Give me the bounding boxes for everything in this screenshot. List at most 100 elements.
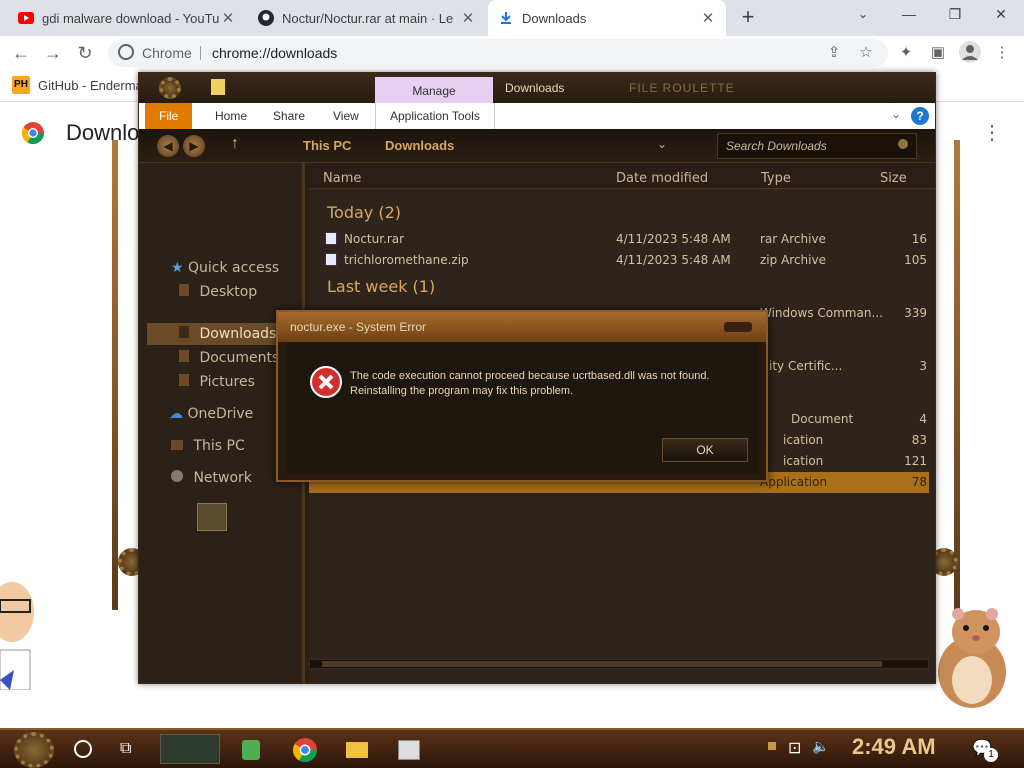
search-circle-icon[interactable]	[74, 740, 92, 758]
chrome-menu-icon[interactable]: ⋮	[990, 41, 1014, 65]
volume-muted-icon[interactable]: 🔈	[812, 738, 829, 755]
file-size: 339	[904, 306, 927, 320]
nav-desktop[interactable]: Desktop	[179, 281, 257, 303]
rar-file-icon	[325, 232, 337, 245]
system-error-dialog[interactable]: noctur.exe - System Error The code execu…	[276, 310, 768, 482]
file-row[interactable]: Noctur.rar 4/11/2023 5:48 AM rar Archive…	[309, 229, 929, 250]
taskbar-search-slot[interactable]	[160, 734, 220, 764]
minimize-button[interactable]: —	[886, 0, 932, 30]
nav-label: Documents	[199, 350, 280, 366]
column-name[interactable]: Name	[323, 171, 361, 186]
bookmark-github-endermax[interactable]: GitHub - Endermax	[38, 78, 149, 93]
tab-title: gdi malware download - YouTube	[42, 10, 220, 26]
file-type: Document	[791, 412, 854, 426]
gear-decoration	[159, 77, 181, 99]
network-tray-icon[interactable]: ⊡	[788, 738, 801, 758]
tab-search-chevron-icon[interactable]: ⌄	[840, 0, 886, 30]
group-last-week[interactable]: Last week (1)	[327, 277, 435, 296]
ok-button[interactable]: OK	[662, 438, 748, 462]
taskbar-app-error-window[interactable]	[392, 734, 426, 766]
address-dropdown-icon[interactable]: ⌄	[657, 137, 667, 151]
nav-quick-access[interactable]: ★ Quick access	[171, 257, 279, 279]
scrollbar-thumb[interactable]	[322, 661, 882, 667]
profile-icon[interactable]	[958, 41, 982, 65]
nav-label: This PC	[193, 438, 245, 454]
chrome-icon	[118, 44, 134, 60]
page-menu-icon[interactable]: ⋮	[982, 120, 1002, 145]
taskbar-clock[interactable]: 2:49 AM	[852, 734, 936, 760]
window-app-icon	[398, 740, 420, 760]
close-tab-icon[interactable]: ✕	[700, 9, 716, 27]
file-size: 83	[911, 433, 927, 447]
ribbon-tab-view[interactable]: View	[319, 103, 373, 129]
search-icon[interactable]	[898, 139, 908, 149]
taskbar-app-explorer[interactable]	[340, 734, 374, 766]
reload-icon[interactable]: ↻	[72, 40, 98, 66]
omnibox[interactable]: Chrome chrome://downloads	[108, 39, 888, 67]
column-size[interactable]: Size	[880, 171, 907, 186]
column-date-modified[interactable]: Date modified	[616, 171, 708, 186]
cloud-icon: ☁	[169, 406, 183, 422]
show-hidden-icons[interactable]	[768, 742, 776, 750]
ribbon-expand-chevron-icon[interactable]: ⌄	[891, 107, 901, 121]
back-icon[interactable]: ←	[8, 40, 34, 66]
horizontal-scrollbar[interactable]	[309, 659, 929, 669]
file-row[interactable]: trichloromethane.zip 4/11/2023 5:48 AM z…	[309, 250, 929, 271]
help-icon[interactable]: ?	[911, 107, 929, 125]
column-type[interactable]: Type	[761, 171, 791, 186]
breadcrumb-this-pc[interactable]: This PC	[303, 138, 351, 153]
manage-context-tab[interactable]: Manage	[375, 77, 493, 105]
network-icon	[171, 470, 183, 482]
taskbar-app-notes[interactable]	[234, 734, 268, 766]
explorer-forward-icon[interactable]: ▶	[183, 135, 205, 157]
close-window-button[interactable]: ✕	[978, 0, 1024, 30]
tab-github[interactable]: Noctur/Noctur.rar at main · Le ✕	[248, 0, 486, 36]
nav-label: Desktop	[199, 284, 258, 300]
taskbar-app-chrome[interactable]	[288, 734, 322, 766]
up-arrow-icon[interactable]: ↑	[231, 135, 239, 153]
tab-downloads[interactable]: Downloads ✕	[488, 0, 726, 36]
taskbar: ⧉ ⊡ 🔈 2:49 AM 💬 1	[0, 728, 1024, 768]
file-type: zip Archive	[760, 253, 826, 267]
frame-pipe-right	[954, 140, 960, 610]
nav-this-pc[interactable]: This PC	[171, 435, 245, 457]
tab-youtube[interactable]: gdi malware download - YouTube ✕	[8, 0, 246, 36]
forward-icon[interactable]: →	[40, 40, 66, 66]
nav-onedrive[interactable]: ☁ OneDrive	[169, 403, 253, 425]
tab-title: Downloads	[522, 10, 587, 26]
downloads-folder-icon	[179, 326, 189, 338]
dialog-titlebar[interactable]: noctur.exe - System Error	[278, 312, 766, 342]
share-icon[interactable]: ⇪	[822, 41, 846, 65]
extensions-icon[interactable]: ✦	[894, 41, 918, 65]
restore-button[interactable]: ❐	[932, 0, 978, 30]
nav-pictures[interactable]: Pictures	[179, 371, 255, 393]
url-text[interactable]: chrome://downloads	[212, 45, 337, 61]
chrome-icon	[293, 738, 317, 762]
start-button[interactable]	[14, 732, 54, 768]
group-today[interactable]: Today (2)	[327, 203, 401, 222]
close-tab-icon[interactable]: ✕	[460, 9, 476, 27]
dialog-body: The code execution cannot proceed becaus…	[286, 342, 758, 474]
breadcrumb-downloads[interactable]: Downloads	[385, 138, 454, 153]
explorer-titlebar[interactable]: Manage Downloads FILE ROULETTE	[139, 73, 935, 105]
desktop-icon	[179, 284, 189, 296]
ribbon-tab-application-tools[interactable]: Application Tools	[375, 103, 495, 129]
nav-documents[interactable]: Documents	[179, 347, 279, 369]
nav-downloads[interactable]: Downloads	[179, 323, 276, 345]
notes-icon	[242, 740, 260, 760]
ribbon-tab-home[interactable]: Home	[201, 103, 261, 129]
nav-network[interactable]: Network	[171, 467, 252, 489]
file-type: Application	[760, 475, 828, 489]
dialog-close-icon[interactable]	[724, 322, 752, 332]
file-name: Noctur.rar	[344, 232, 405, 246]
search-box[interactable]: Search Downloads	[717, 133, 917, 159]
explorer-back-icon[interactable]: ◀	[157, 135, 179, 157]
explorer-address-bar: ◀ ▶ ↑ This PC Downloads ⌄ Search Downloa…	[139, 129, 935, 163]
ribbon-tab-share[interactable]: Share	[259, 103, 319, 129]
new-tab-button[interactable]: +	[736, 6, 760, 30]
close-tab-icon[interactable]: ✕	[220, 9, 236, 27]
side-panel-icon[interactable]: ▣	[926, 41, 950, 65]
bookmark-star-icon[interactable]: ☆	[854, 41, 878, 65]
task-view-icon[interactable]: ⧉	[120, 740, 131, 758]
ribbon-tab-file[interactable]: File	[145, 103, 193, 129]
